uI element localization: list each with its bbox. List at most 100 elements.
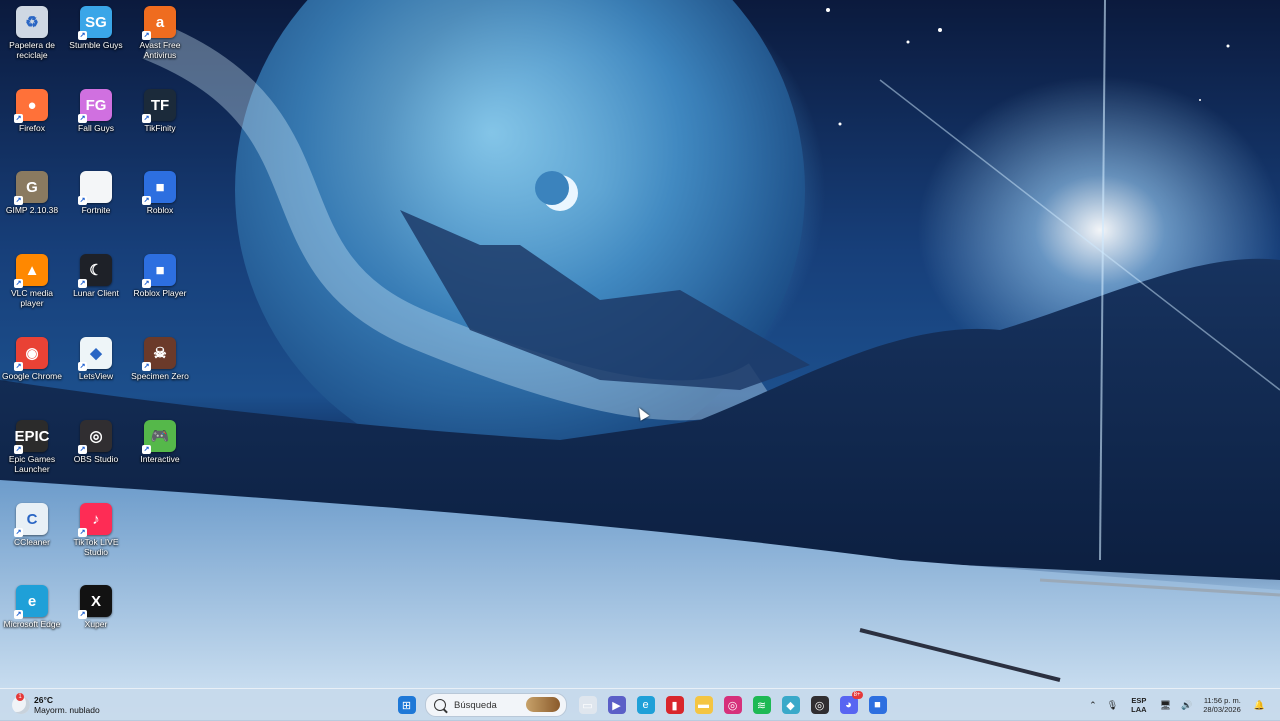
- desktop-icon-chrome[interactable]: ◉ ↗ Google Chrome: [0, 333, 64, 413]
- shortcut-arrow-icon: ↗: [14, 196, 23, 205]
- roblox-taskbar-icon: ■: [868, 696, 887, 714]
- keyboard-layout: LAA: [1131, 705, 1147, 714]
- firefox-icon: ● ↗: [14, 89, 48, 123]
- desktop-icon-fall-guys[interactable]: FG ↗ Fall Guys: [64, 85, 128, 165]
- shortcut-arrow-icon: ↗: [78, 196, 87, 205]
- microphone-icon[interactable]: 🎙: [1107, 700, 1118, 711]
- letsview-icon: ◆ ↗: [78, 337, 112, 371]
- desktop-icon-label: Specimen Zero: [131, 371, 189, 381]
- spotify-button[interactable]: ≋: [750, 693, 774, 717]
- desktop-icon-obs[interactable]: ◎ ↗ OBS Studio: [64, 416, 128, 496]
- desktop-icon-label: Fortnite: [81, 205, 111, 215]
- weather-desc: Mayorm. nublado: [34, 705, 100, 715]
- desktop-icon-epic-games[interactable]: EPIC ↗ Epic Games Launcher: [0, 416, 64, 496]
- desktop-icon-label: Microsoft Edge: [3, 619, 61, 629]
- shortcut-arrow-icon: ↗: [14, 610, 23, 619]
- discord-badge: 8+: [851, 691, 863, 699]
- desktop-icon-label: CCleaner: [14, 537, 50, 547]
- meet-button[interactable]: ▶: [605, 693, 629, 717]
- taskbar-apps: ⊞ Búsqueda ▭ ▶ e ▮ ▬ ◎ ≋ ◆ ◎ ◕ 8+ ■: [392, 691, 892, 717]
- language-code: ESP: [1131, 696, 1147, 705]
- spotify-icon: ≋: [752, 696, 771, 714]
- clock-date: 28/03/2026: [1203, 705, 1241, 714]
- task-view-button[interactable]: ▭: [576, 693, 600, 717]
- desktop-icon-letsview[interactable]: ◆ ↗ LetsView: [64, 333, 128, 413]
- desktop-icon-label: Interactive: [140, 454, 180, 464]
- chevron-up-icon[interactable]: ⌃: [1089, 700, 1097, 711]
- desktop-icon-label: Epic Games Launcher: [8, 454, 56, 474]
- shortcut-arrow-icon: ↗: [142, 279, 151, 288]
- desktop-icon-stumble-guys[interactable]: SG ↗ Stumble Guys: [64, 2, 128, 82]
- clock-time: 11:56 p. m.: [1203, 695, 1241, 705]
- instagram-button[interactable]: ◎: [721, 693, 745, 717]
- interactive-icon: 🎮 ↗: [142, 420, 176, 454]
- file-explorer-button[interactable]: ▬: [692, 693, 716, 717]
- desktop-icon-ccleaner[interactable]: C ↗ CCleaner: [0, 499, 64, 579]
- desktop-icon-interactive[interactable]: 🎮 ↗ Interactive: [128, 416, 192, 496]
- lunar-client-icon: ☾ ↗: [78, 254, 112, 288]
- desktop-icon-recycle-bin[interactable]: ♻ Papelera de reciclaje: [0, 2, 64, 82]
- tiktok-live-icon: ♪ ↗: [78, 503, 112, 537]
- edge-taskbar-button[interactable]: e: [634, 693, 658, 717]
- shortcut-arrow-icon: ↗: [142, 445, 151, 454]
- xuper-icon: X ↗: [78, 585, 112, 619]
- shortcut-arrow-icon: ↗: [78, 114, 87, 123]
- desktop-icon-gimp[interactable]: G ↗ GIMP 2.10.38: [0, 167, 64, 247]
- desktop-icon-label: Google Chrome: [1, 371, 62, 381]
- task-view-icon: ▭: [578, 696, 597, 714]
- desktop-icon-label: Lunar Client: [73, 288, 119, 298]
- file-explorer-icon: ▬: [694, 696, 713, 714]
- desktop-icon-fortnite[interactable]: ↗ Fortnite: [64, 167, 128, 247]
- desktop-icon-firefox[interactable]: ● ↗ Firefox: [0, 85, 64, 165]
- shortcut-arrow-icon: ↗: [142, 114, 151, 123]
- shortcut-arrow-icon: ↗: [14, 279, 23, 288]
- fall-guys-icon: FG ↗: [78, 89, 112, 123]
- clock[interactable]: 11:56 p. m. 28/03/2026: [1203, 696, 1241, 715]
- desktop-icon-label: Roblox Player: [133, 288, 187, 298]
- shortcut-arrow-icon: ↗: [14, 528, 23, 537]
- shortcut-arrow-icon: ↗: [78, 528, 87, 537]
- shortcut-arrow-icon: ↗: [142, 31, 151, 40]
- weather-widget[interactable]: 1 26°C Mayorm. nublado: [12, 693, 100, 717]
- roblox-taskbar-button[interactable]: ■: [866, 693, 890, 717]
- search-icon: [434, 699, 446, 711]
- desktop-icon-label: TikTok LIVE Studio: [73, 537, 119, 557]
- shortcut-arrow-icon: ↗: [14, 114, 23, 123]
- desktop-icon-label: Stumble Guys: [69, 40, 123, 50]
- desktop-icon-roblox[interactable]: ■ ↗ Roblox: [128, 167, 192, 247]
- language-indicator[interactable]: ESP LAA: [1131, 696, 1146, 714]
- desktop-icon-tiktok-live[interactable]: ♪ ↗ TikTok LIVE Studio: [64, 499, 128, 579]
- obs-icon: ◎ ↗: [78, 420, 112, 454]
- windows-start-button[interactable]: ⊞: [395, 693, 419, 717]
- recycle-bin-icon: ♻: [16, 6, 48, 38]
- letsview-taskbar-icon: ◆: [781, 696, 800, 714]
- tikfinity-icon: TF ↗: [142, 89, 176, 123]
- desktop-icon-lunar-client[interactable]: ☾ ↗ Lunar Client: [64, 250, 128, 330]
- desktop-icon-vlc[interactable]: ▲ ↗ VLC media player: [0, 250, 64, 330]
- desktop-icon-avast[interactable]: a ↗ Avast Free Antivirus: [128, 2, 192, 82]
- shortcut-arrow-icon: ↗: [78, 31, 87, 40]
- letsview-taskbar-button[interactable]: ◆: [779, 693, 803, 717]
- notification-bell-icon[interactable]: 🔔: [1254, 700, 1265, 711]
- windows-start-icon: ⊞: [397, 696, 416, 714]
- desktop-icon-roblox-player[interactable]: ■ ↗ Roblox Player: [128, 250, 192, 330]
- desktop-icon-label: Firefox: [19, 123, 45, 133]
- desktop-icon-label: TikFinity: [144, 123, 176, 133]
- desktop-icon-edge[interactable]: e ↗ Microsoft Edge: [0, 581, 64, 661]
- red-app-button[interactable]: ▮: [663, 693, 687, 717]
- network-icon[interactable]: 🖥: [1160, 700, 1171, 711]
- obs-taskbar-icon: ◎: [810, 696, 829, 714]
- volume-icon[interactable]: 🔊: [1181, 700, 1192, 711]
- desktop[interactable]: ♻ Papelera de reciclaje SG ↗ Stumble Guys a ↗ A…: [0, 0, 1280, 688]
- discord-button[interactable]: ◕ 8+: [837, 691, 863, 717]
- desktop-icon-xuper[interactable]: X ↗ Xuper: [64, 581, 128, 661]
- ccleaner-icon: C ↗: [14, 503, 48, 537]
- search-box[interactable]: Búsqueda: [425, 693, 567, 717]
- desktop-icon-label: LetsView: [78, 371, 114, 381]
- shortcut-arrow-icon: ↗: [142, 362, 151, 371]
- desktop-icon-tikfinity[interactable]: TF ↗ TikFinity: [128, 85, 192, 165]
- desktop-icon-specimen-zero[interactable]: ☠ ↗ Specimen Zero: [128, 333, 192, 413]
- obs-taskbar-button[interactable]: ◎: [808, 693, 832, 717]
- shortcut-arrow-icon: ↗: [78, 362, 87, 371]
- roblox-player-icon: ■ ↗: [142, 254, 176, 288]
